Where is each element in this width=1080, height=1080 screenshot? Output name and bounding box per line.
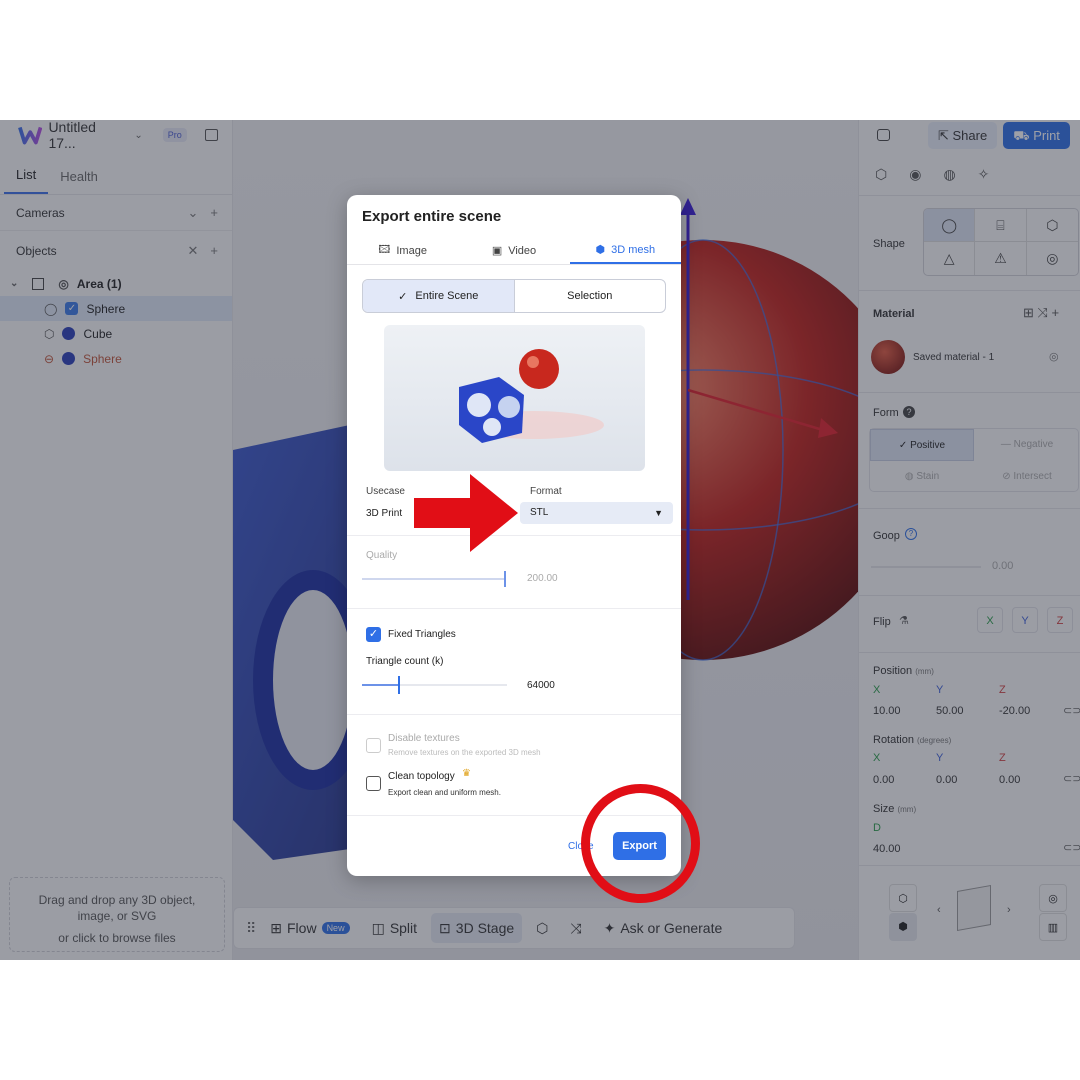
selection-option[interactable]: Selection xyxy=(515,280,666,312)
disable-textures-label: Disable textures xyxy=(388,733,460,744)
fixed-triangles-label: Fixed Triangles xyxy=(388,629,456,640)
red-arrow-annotation xyxy=(414,474,518,552)
format-value: STL xyxy=(530,507,549,518)
quality-label: Quality xyxy=(366,550,398,561)
triangle-count-value[interactable]: 64000 xyxy=(527,680,555,691)
preview-render xyxy=(459,349,604,443)
tab-video[interactable]: ▣ Video xyxy=(458,237,569,264)
tab-label: 3D mesh xyxy=(611,243,656,256)
tab-image[interactable]: 🖾 Image xyxy=(347,237,458,264)
dialog-title: Export entire scene xyxy=(362,208,502,225)
image-icon: 🖾 xyxy=(378,244,391,256)
crown-icon: ♛ xyxy=(462,768,471,779)
tab-3d-mesh[interactable]: ⬢ 3D mesh xyxy=(569,237,681,264)
triangle-count-thumb[interactable] xyxy=(398,676,400,694)
scene-preview xyxy=(384,325,645,471)
app-window: Untitled 17... ⌄ Pro List Health Cameras… xyxy=(0,120,1080,960)
red-circle-annotation xyxy=(581,784,700,903)
check-icon: ✓ xyxy=(398,290,408,303)
format-select[interactable]: STL ▼ xyxy=(520,502,673,524)
scope-label: Entire Scene xyxy=(415,290,479,302)
format-label: Format xyxy=(530,486,562,497)
video-icon: ▣ xyxy=(491,245,503,257)
export-scope-toggle: ✓ Entire Scene Selection xyxy=(362,279,666,313)
usecase-label: Usecase xyxy=(366,486,405,497)
triangle-count-fill xyxy=(362,684,398,686)
clean-topology-checkbox[interactable] xyxy=(366,776,381,791)
fixed-triangles-checkbox[interactable]: ✓ xyxy=(366,627,381,642)
clean-topology-desc: Export clean and uniform mesh. xyxy=(388,788,501,797)
caret-down-icon: ▼ xyxy=(654,508,663,518)
disable-textures-desc: Remove textures on the exported 3D mesh xyxy=(388,748,541,757)
triangle-count-label: Triangle count (k) xyxy=(366,656,444,667)
tab-label: Image xyxy=(396,244,427,257)
disable-textures-checkbox[interactable] xyxy=(366,738,381,753)
export-type-tabs: 🖾 Image ▣ Video ⬢ 3D mesh xyxy=(347,237,681,265)
tab-label: Video xyxy=(508,244,537,257)
quality-value[interactable]: 200.00 xyxy=(527,573,558,584)
quality-slider[interactable] xyxy=(362,578,505,580)
clean-topology-label: Clean topology xyxy=(388,771,455,782)
quality-slider-thumb[interactable] xyxy=(504,571,506,587)
scope-label: Selection xyxy=(567,290,613,302)
cube-icon: ⬢ xyxy=(595,244,606,256)
usecase-value[interactable]: 3D Print xyxy=(366,508,402,519)
entire-scene-option[interactable]: ✓ Entire Scene xyxy=(363,280,515,312)
